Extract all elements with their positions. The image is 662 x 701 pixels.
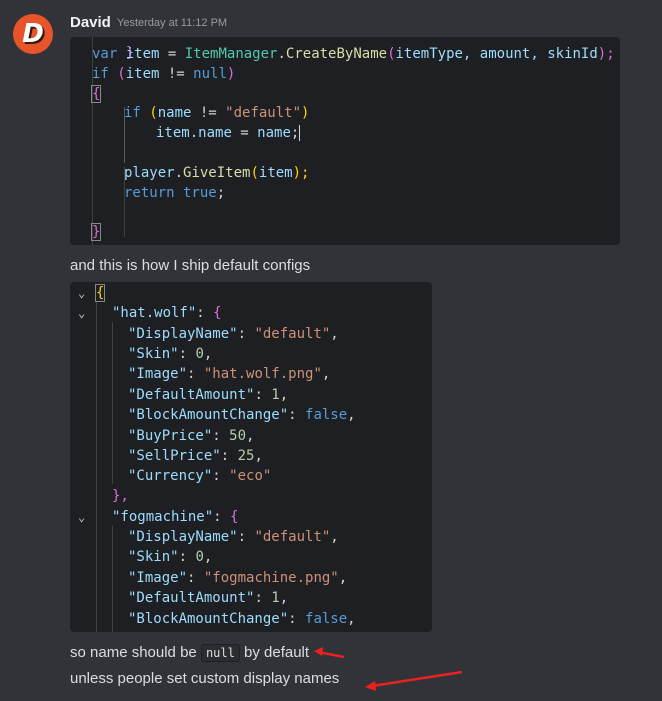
code-line: } (125, 45, 135, 61)
message-text: so name should be null by default (70, 644, 310, 662)
avatar[interactable]: D (13, 14, 53, 54)
code-line: var item = ItemManager.CreateByName(item… (92, 46, 615, 62)
username[interactable]: David (70, 14, 111, 31)
text-cursor (299, 125, 301, 141)
inline-code: null (200, 644, 240, 662)
code-line: "fogmachine": { (112, 509, 239, 525)
timestamp: Yesterday at 11:12 PM (117, 17, 228, 29)
fold-chevron-icon[interactable]: ⌄ (78, 283, 85, 303)
code-line: "DefaultAmount": 1, (128, 386, 289, 403)
indent-guide (96, 302, 97, 632)
code-line: "Currency": "eco" (128, 468, 272, 485)
code-line: } (90, 223, 102, 241)
code-line: item.name = name; (156, 125, 301, 141)
code-line: }, (112, 488, 129, 504)
message-text: unless people set custom display names (70, 670, 340, 687)
code-line: "Skin": 0, (128, 345, 213, 362)
code-line: "BuyPrice": 50, (128, 427, 255, 444)
code-line: { (90, 85, 102, 103)
code-line: "hat.wolf": { (112, 305, 222, 321)
code-line: "DisplayName": "default", (128, 529, 339, 545)
code-line: "BlockAmountChange": false, (128, 407, 356, 424)
code-line: "SellPrice": 25, (128, 447, 263, 464)
red-arrow-icon (365, 670, 463, 691)
code-line: "Image": "hat.wolf.png", (128, 366, 331, 383)
avatar-letter: D (22, 19, 44, 49)
code-line: "Image": "fogmachine.png", (128, 569, 348, 586)
code-line: "DefaultAmount": 1, (128, 590, 289, 607)
indent-guide (112, 322, 113, 484)
red-arrow-icon (314, 647, 345, 659)
indent-guide (112, 526, 113, 632)
code-line: "BlockAmountChange": false, (128, 610, 356, 627)
code-line: "Skin": 0, (128, 549, 213, 566)
fold-chevron-icon[interactable]: ⌄ (78, 303, 85, 323)
code-line: return true; (124, 185, 226, 201)
code-line: { (94, 284, 106, 302)
message-text: and this is how I ship default configs (70, 257, 311, 274)
code-line: if (name != "default") (124, 105, 310, 121)
code-block-csharp: } var item = ItemManager.CreateByName(it… (70, 37, 620, 245)
code-block-json: ⌄ ⌄ ⌄ { "hat.wolf": { "DisplayName": "de… (70, 282, 432, 632)
code-line: player.GiveItem(item); (124, 165, 310, 181)
fold-chevron-icon[interactable]: ⌄ (78, 507, 85, 527)
code-line: if (item != null) (92, 66, 236, 82)
code-line: "DisplayName": "default", (128, 325, 339, 342)
